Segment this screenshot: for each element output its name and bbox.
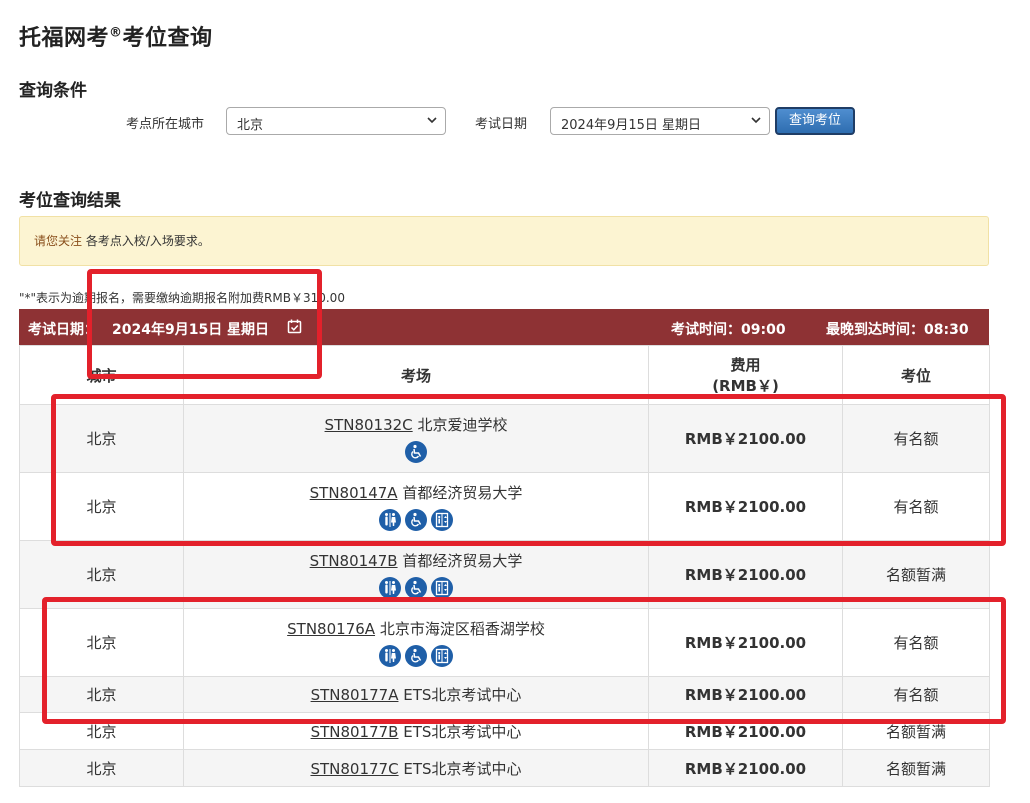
city-select-value: 北京 bbox=[237, 118, 264, 133]
wheelchair-icon[interactable] bbox=[405, 645, 427, 667]
table-row: 北京 STN80177B ETS北京考试中心 RMB￥2100.00 名额暂满 bbox=[19, 712, 990, 750]
row-fee: RMB￥2100.00 bbox=[648, 712, 843, 750]
row-fee: RMB￥2100.00 bbox=[648, 404, 843, 473]
city-label: 考点所在城市 bbox=[126, 117, 205, 132]
row-seat-status: 有名额 bbox=[842, 404, 990, 473]
row-seat-status: 名额暂满 bbox=[842, 540, 990, 609]
table-row: 北京 STN80132C 北京爱迪学校 RMB￥2100.00 有名额 bbox=[19, 404, 990, 473]
column-header-center: 考场 bbox=[183, 345, 649, 405]
elevator-icon[interactable] bbox=[431, 645, 453, 667]
results-section-title: 考位查询结果 bbox=[19, 191, 121, 211]
row-center: STN80177B ETS北京考试中心 bbox=[183, 712, 649, 750]
alert-text: 各考点入校/入场要求。 bbox=[82, 234, 210, 248]
row-center: STN80147A 首都经济贸易大学 bbox=[183, 472, 649, 541]
row-city: 北京 bbox=[19, 608, 184, 677]
notice-alert: 请您关注 各考点入校/入场要求。 bbox=[19, 216, 989, 266]
test-center-name: 北京市海淀区稻香湖学校 bbox=[379, 620, 545, 638]
calendar-icon[interactable] bbox=[287, 319, 302, 334]
row-fee: RMB￥2100.00 bbox=[648, 676, 843, 713]
date-label: 考试日期 bbox=[475, 117, 528, 132]
test-center-name: ETS北京考试中心 bbox=[403, 759, 522, 778]
row-city: 北京 bbox=[19, 712, 184, 750]
test-center-name: 首都经济贸易大学 bbox=[402, 552, 523, 570]
column-header-seat: 考位 bbox=[842, 345, 990, 405]
test-center-name: ETS北京考试中心 bbox=[403, 686, 522, 704]
date-select-value: 2024年9月15日 星期日 bbox=[561, 118, 702, 133]
query-seats-button[interactable]: 查询考位 bbox=[775, 107, 855, 135]
test-center-code-link[interactable]: STN80176A bbox=[287, 620, 375, 638]
restroom-icon[interactable] bbox=[379, 509, 401, 531]
row-city: 北京 bbox=[19, 540, 184, 609]
exam-date-label: 考试日期： bbox=[28, 322, 98, 338]
test-center-code-link[interactable]: STN80177C bbox=[310, 760, 398, 778]
test-center-name: 首都经济贸易大学 bbox=[402, 484, 523, 502]
row-seat-status: 名额暂满 bbox=[842, 749, 990, 787]
row-seat-status: 有名额 bbox=[842, 608, 990, 677]
row-city: 北京 bbox=[19, 676, 184, 713]
wheelchair-icon[interactable] bbox=[405, 577, 427, 599]
test-center-name: ETS北京考试中心 bbox=[403, 722, 522, 741]
row-seat-status: 有名额 bbox=[842, 472, 990, 541]
alert-highlight: 请您关注 bbox=[34, 234, 83, 248]
exam-date-value: 2024年9月15日 星期日 bbox=[112, 322, 270, 338]
restroom-icon[interactable] bbox=[379, 645, 401, 667]
elevator-icon[interactable] bbox=[431, 509, 453, 531]
search-section-title: 查询条件 bbox=[19, 81, 87, 101]
row-city: 北京 bbox=[19, 749, 184, 787]
row-fee: RMB￥2100.00 bbox=[648, 608, 843, 677]
latest-arrival-time: 最晚到达时间：08:30 bbox=[826, 322, 969, 338]
row-city: 北京 bbox=[19, 472, 184, 541]
row-center: STN80132C 北京爱迪学校 bbox=[183, 404, 649, 473]
wheelchair-icon[interactable] bbox=[405, 441, 427, 463]
elevator-icon[interactable] bbox=[431, 577, 453, 599]
row-center: STN80147B 首都经济贸易大学 bbox=[183, 540, 649, 609]
test-center-code-link[interactable]: STN80147A bbox=[310, 484, 398, 502]
seat-table: 城市 考场 费用 (RMB￥) 考位 北京 STN80132C 北京爱迪学校 RMB￥… bbox=[19, 345, 990, 787]
seat-results-table: 考试日期： 2024年9月15日 星期日 考试时间：09:00 最晚到达时间：0… bbox=[19, 309, 990, 787]
test-center-code-link[interactable]: STN80177B bbox=[311, 723, 399, 741]
row-fee: RMB￥2100.00 bbox=[648, 540, 843, 609]
test-center-code-link[interactable]: STN80147B bbox=[310, 552, 398, 570]
chevron-down-icon bbox=[751, 117, 761, 124]
date-select[interactable]: 2024年9月15日 星期日 bbox=[550, 107, 770, 135]
late-registration-note: "*"表示为逾期报名，需要缴纳逾期报名附加费RMB￥310.00 bbox=[19, 291, 345, 305]
exam-time: 考试时间：09:00 bbox=[671, 322, 786, 338]
test-center-code-link[interactable]: STN80132C bbox=[325, 416, 413, 434]
test-center-name: 北京爱迪学校 bbox=[417, 416, 508, 434]
row-center: STN80177A ETS北京考试中心 bbox=[183, 676, 649, 713]
restroom-icon[interactable] bbox=[379, 577, 401, 599]
row-seat-status: 有名额 bbox=[842, 676, 990, 713]
table-row: 北京 STN80176A 北京市海淀区稻香湖学校 RMB￥2100.00 有名额 bbox=[19, 608, 990, 677]
row-center: STN80177C ETS北京考试中心 bbox=[183, 749, 649, 787]
table-body: 北京 STN80132C 北京爱迪学校 RMB￥2100.00 有名额 北京 STN801… bbox=[19, 404, 990, 787]
chevron-down-icon bbox=[427, 117, 437, 124]
table-row: 北京 STN80147A 首都经济贸易大学 RMB￥2100.00 有名额 bbox=[19, 472, 990, 541]
column-header-fee: 费用 (RMB￥) bbox=[648, 345, 843, 405]
test-center-code-link[interactable]: STN80177A bbox=[311, 686, 399, 704]
exam-info-bar: 考试日期： 2024年9月15日 星期日 考试时间：09:00 最晚到达时间：0… bbox=[19, 309, 989, 345]
row-seat-status: 名额暂满 bbox=[842, 712, 990, 750]
page-title: 托福网考®考位查询 bbox=[19, 25, 213, 51]
row-fee: RMB￥2100.00 bbox=[648, 749, 843, 787]
row-fee: RMB￥2100.00 bbox=[648, 472, 843, 541]
column-header-city: 城市 bbox=[19, 345, 184, 405]
table-row: 北京 STN80177C ETS北京考试中心 RMB￥2100.00 名额暂满 bbox=[19, 749, 990, 787]
wheelchair-icon[interactable] bbox=[405, 509, 427, 531]
table-row: 北京 STN80177A ETS北京考试中心 RMB￥2100.00 有名额 bbox=[19, 676, 990, 713]
table-row: 北京 STN80147B 首都经济贸易大学 RMB￥2100.00 名额暂满 bbox=[19, 540, 990, 609]
row-city: 北京 bbox=[19, 404, 184, 473]
city-select[interactable]: 北京 bbox=[226, 107, 446, 135]
row-center: STN80176A 北京市海淀区稻香湖学校 bbox=[183, 608, 649, 677]
